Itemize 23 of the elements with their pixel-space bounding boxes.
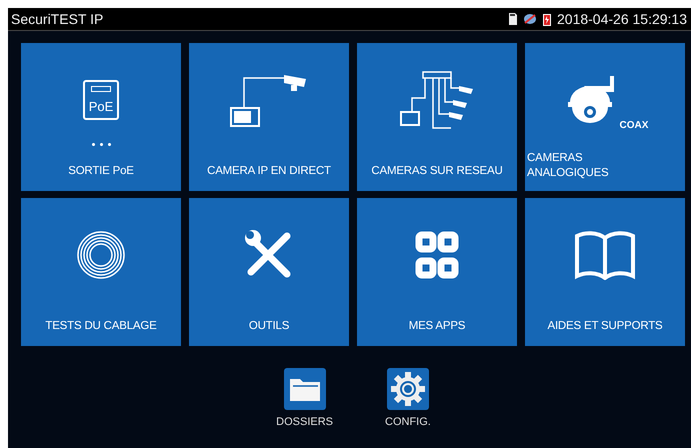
gear-icon	[390, 372, 425, 406]
cable-coil-icon	[76, 230, 126, 280]
app-tile[interactable]: CAMERA IP EN DIRECT	[189, 43, 349, 191]
poe-label: PoE	[88, 99, 114, 114]
app-tile[interactable]: AIDES ET SUPPORTS	[525, 198, 685, 346]
app-tile[interactable]: PoE SORTIE PoE	[21, 43, 181, 191]
app-tile[interactable]: TESTS DU CABLAGE	[21, 198, 181, 346]
network-icon	[523, 13, 537, 25]
date-time: 2018-04-26 15:29:13	[557, 11, 687, 27]
tools-icon	[245, 230, 293, 280]
battery-icon	[543, 12, 551, 26]
app-tile[interactable]: OUTILS	[189, 198, 349, 346]
folder-icon	[290, 377, 320, 401]
sd-card-icon	[509, 13, 517, 25]
app-title: SecuriTEST IP	[11, 11, 104, 27]
monitor-camera-icon	[229, 72, 309, 128]
app-tile[interactable]: COAX CAMERAS ANALOGIQUES	[525, 43, 685, 191]
app-tile[interactable]: MES APPS	[357, 198, 517, 346]
coax-label: COAX	[620, 120, 648, 131]
book-icon	[573, 230, 637, 280]
app-tile[interactable]: CAMERAS SUR RESEAU	[357, 43, 517, 191]
dots-icon	[92, 143, 110, 146]
apps-icon	[415, 231, 459, 279]
